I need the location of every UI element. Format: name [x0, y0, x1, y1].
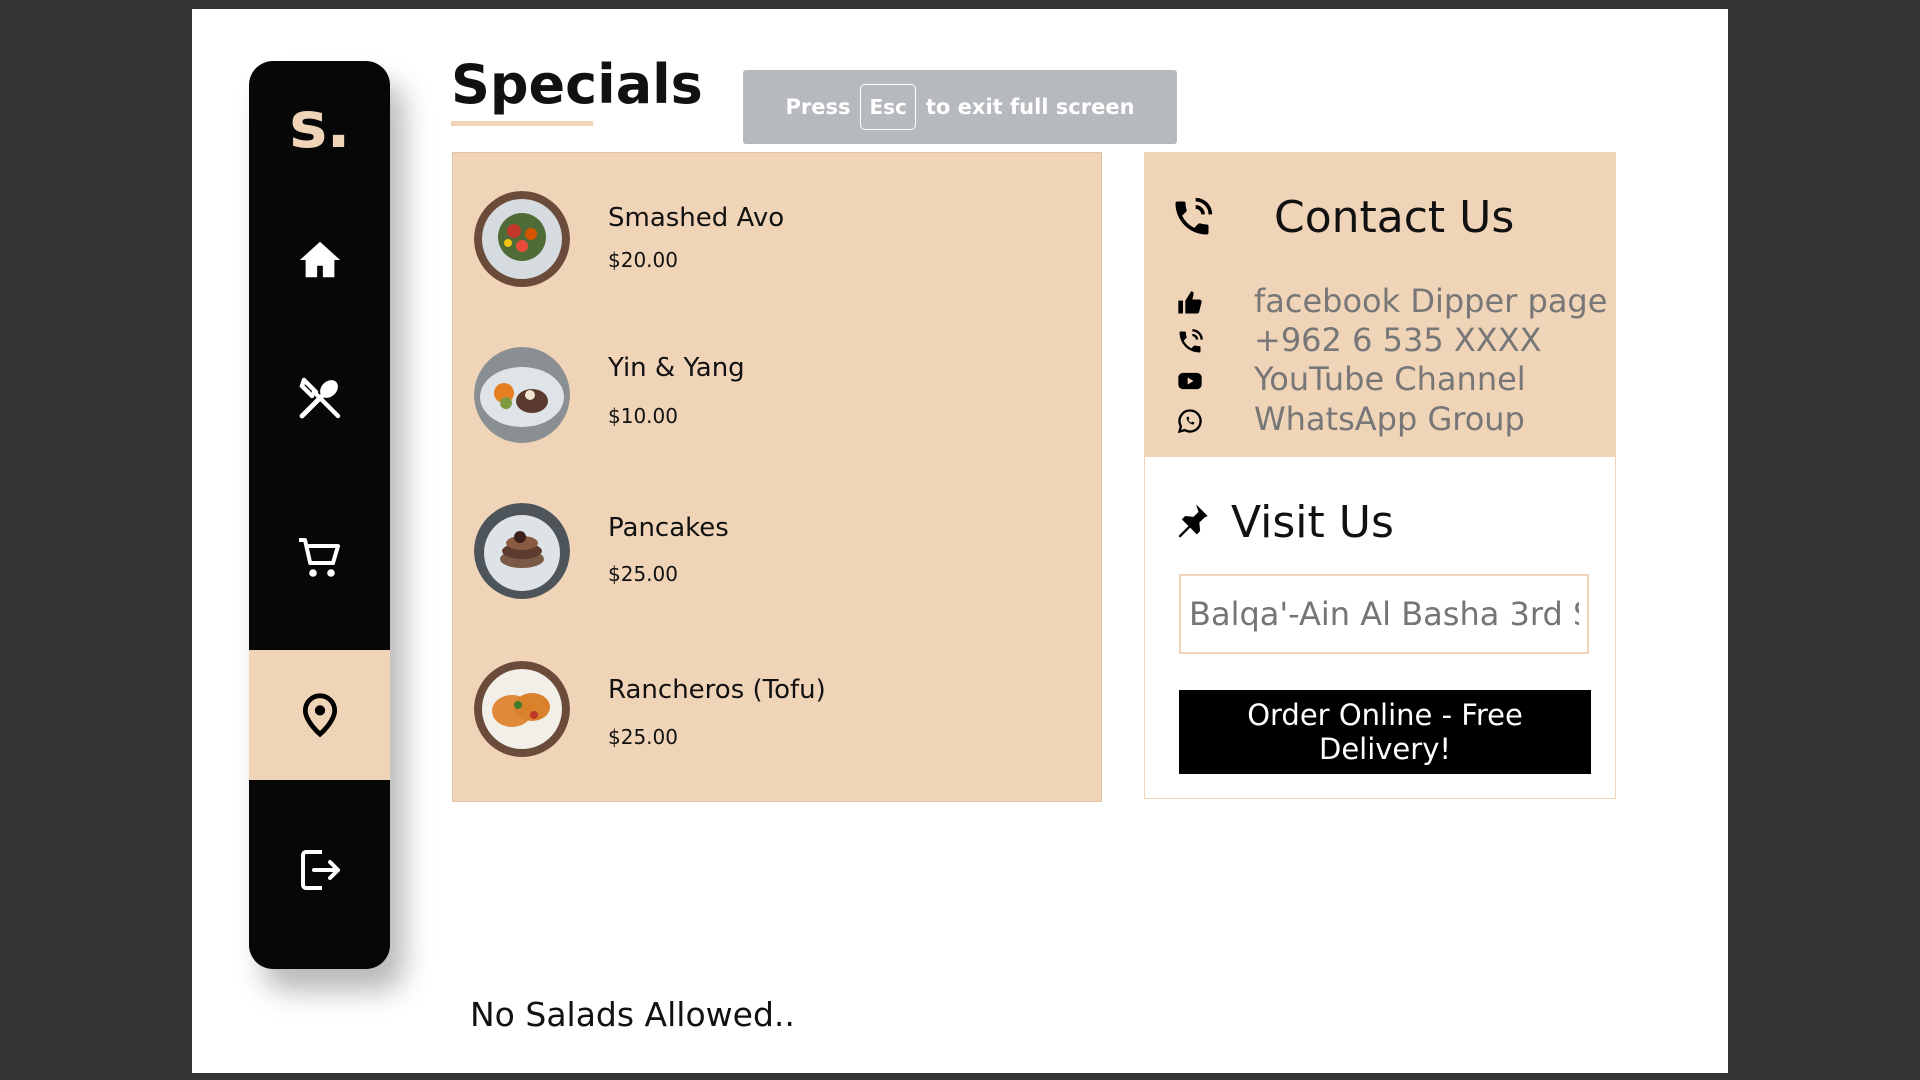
youtube-icon: [1178, 372, 1202, 390]
contact-link-facebook[interactable]: facebook Dipper page: [1144, 282, 1616, 320]
contact-link-phone[interactable]: +962 6 535 XXXX: [1144, 321, 1616, 359]
contact-title: Contact Us: [1274, 192, 1515, 243]
dish-image-pancakes: [474, 503, 570, 599]
banner-rest-text: to exit full screen: [925, 95, 1135, 119]
thumbs-up-icon: [1178, 291, 1202, 314]
sidebar-item-cart[interactable]: [249, 493, 390, 623]
fork-spoon-icon: [298, 377, 340, 419]
item-name: Rancheros (Tofu): [608, 675, 826, 705]
page-title: Specials: [451, 53, 703, 116]
logo: s.: [289, 89, 350, 163]
contact-panel: Contact Us facebook Dipper page +962 6 5…: [1144, 152, 1616, 457]
home-icon: [299, 241, 340, 278]
esc-key: Esc: [860, 84, 916, 130]
order-online-button[interactable]: Order Online - Free Delivery!: [1179, 690, 1591, 774]
map-pin-icon: [302, 693, 337, 737]
contact-link-label: WhatsApp Group: [1254, 400, 1525, 438]
item-price: $20.00: [608, 248, 678, 272]
sidebar-item-home[interactable]: [249, 195, 390, 325]
dish-image-rancheros: [474, 661, 570, 757]
banner-press-text: Press: [785, 95, 851, 119]
contact-link-youtube[interactable]: YouTube Channel: [1144, 360, 1616, 398]
sidebar-item-menu[interactable]: [249, 333, 390, 463]
visit-title: Visit Us: [1231, 497, 1394, 548]
list-item[interactable]: Pancakes $25.00: [453, 503, 1101, 613]
pushpin-icon: [1178, 504, 1208, 538]
item-price: $25.00: [608, 725, 678, 749]
phone-icon: [1179, 329, 1203, 353]
item-name: Smashed Avo: [608, 203, 785, 233]
item-name: Pancakes: [608, 513, 729, 543]
phone-icon: [1175, 197, 1213, 235]
sidebar: s.: [249, 61, 390, 969]
dish-image-yin-yang: [474, 347, 570, 443]
item-price: $10.00: [608, 404, 678, 428]
item-name: Yin & Yang: [608, 353, 745, 383]
cart-icon: [298, 538, 340, 577]
contact-link-whatsapp[interactable]: WhatsApp Group: [1144, 400, 1616, 438]
title-underline: [451, 121, 593, 126]
list-item[interactable]: Rancheros (Tofu) $25.00: [453, 661, 1101, 771]
sidebar-item-logout[interactable]: [249, 805, 390, 935]
footer-note: No Salads Allowed..: [470, 995, 795, 1034]
specials-list: Smashed Avo $20.00 Yin & Yang $10.00 Pan…: [452, 152, 1102, 802]
dish-image-smashed-avo: [474, 191, 570, 287]
list-item[interactable]: Smashed Avo $20.00: [453, 191, 1101, 301]
item-price: $25.00: [608, 562, 678, 586]
contact-link-label: YouTube Channel: [1254, 360, 1526, 398]
contact-link-label: +962 6 535 XXXX: [1254, 321, 1542, 359]
logout-icon: [300, 850, 340, 890]
address-input[interactable]: [1179, 574, 1589, 654]
visit-panel: Visit Us Order Online - Free Delivery!: [1144, 457, 1616, 799]
whatsapp-icon: [1177, 409, 1202, 434]
sidebar-item-location[interactable]: [249, 650, 390, 780]
list-item[interactable]: Yin & Yang $10.00: [453, 347, 1101, 457]
contact-link-label: facebook Dipper page: [1254, 282, 1608, 320]
page: s. Specials Press Esc to exit full scree…: [192, 9, 1728, 1073]
fullscreen-banner: Press Esc to exit full screen: [743, 70, 1177, 144]
